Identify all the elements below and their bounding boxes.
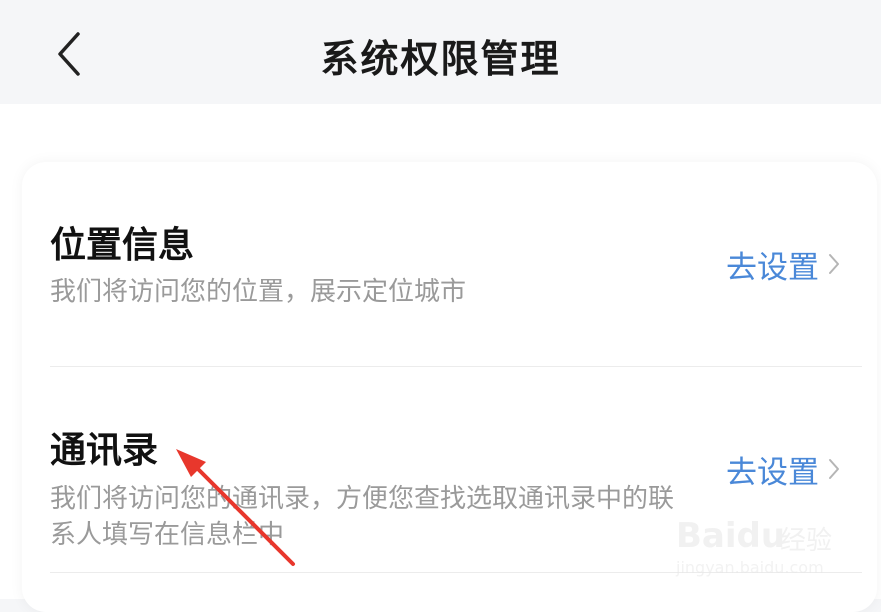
permission-description: 我们将访问您的位置，展示定位城市 (50, 277, 467, 307)
chevron-right-icon (829, 254, 839, 274)
location-settings-link[interactable]: 去设置 (726, 244, 841, 286)
settings-link-label: 去设置 (726, 454, 819, 491)
permission-description: 我们将访问您的通讯录，方便您查找选取通讯录中的联系人填写在信息栏中 (50, 484, 675, 550)
chevron-right-icon (829, 459, 839, 479)
watermark-product: 经验 (780, 526, 833, 556)
permission-title: 通讯录 (50, 430, 159, 471)
baidu-jingyan-watermark: Baidu 经验 jingyan.baidu.com (672, 498, 842, 588)
settings-link-label: 去设置 (726, 249, 819, 286)
page-title: 系统权限管理 (320, 37, 561, 81)
permission-title: 位置信息 (50, 225, 195, 266)
watermark-url: jingyan.baidu.com (676, 558, 824, 577)
watermark-brand: Baidu (676, 516, 786, 556)
contacts-settings-link[interactable]: 去设置 (726, 449, 841, 491)
permission-row-location[interactable]: 位置信息 我们将访问您的位置，展示定位城市 去设置 (22, 162, 877, 366)
header-bar: 系统权限管理 (0, 0, 881, 104)
